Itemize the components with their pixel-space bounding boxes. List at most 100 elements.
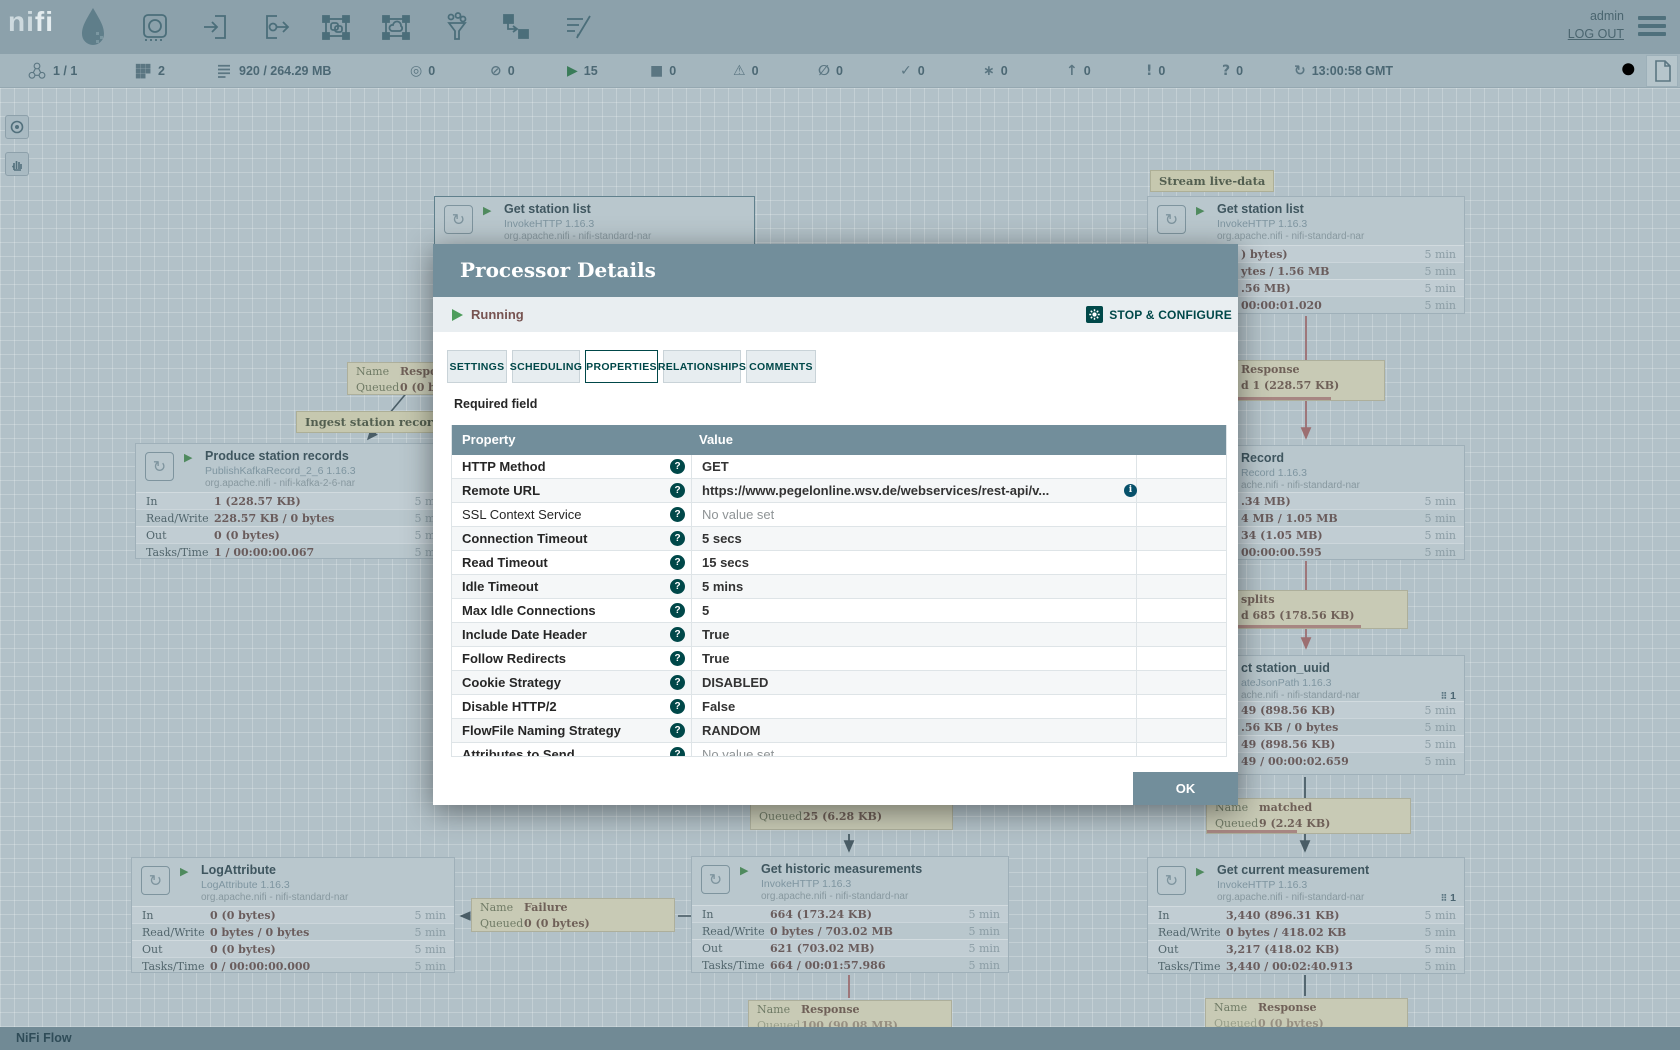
disabled-icon: ∅ (818, 63, 830, 79)
processor-produce-station-records[interactable]: ↻ ▶ Produce station records PublishKafka… (135, 443, 455, 559)
connection-name: Response (1258, 1001, 1317, 1014)
tab-scheduling[interactable]: SCHEDULING (512, 350, 580, 383)
property-value[interactable]: RANDOM (702, 723, 761, 738)
processor-title: Get historic measurements (761, 862, 922, 876)
drag-remote-process-group-icon[interactable] (381, 12, 411, 42)
crosshair-icon (9, 119, 25, 135)
help-icon[interactable]: ? (670, 603, 685, 618)
search-button[interactable] (1618, 59, 1642, 83)
connection-label-failure[interactable]: NameFailure Queued0 (0 bytes) (471, 898, 675, 932)
stat-period: 5 min (1424, 248, 1456, 261)
arrow-up-icon: ↑ (1066, 63, 1078, 79)
property-row[interactable]: Read Timeout? 15 secs (452, 551, 1226, 575)
property-row[interactable]: Include Date Header?True (452, 623, 1226, 647)
running-icon: ▶ (567, 63, 578, 79)
help-icon[interactable]: ? (670, 675, 685, 690)
connection-name: Response (1241, 363, 1300, 376)
drag-template-icon[interactable] (501, 12, 531, 42)
drag-process-group-icon[interactable] (321, 12, 351, 42)
tab-properties[interactable]: PROPERTIES (585, 350, 658, 383)
property-value[interactable]: 5 secs (702, 531, 742, 546)
canvas-label[interactable]: Stream live-data (1150, 170, 1274, 192)
connection-label-splits-fragment[interactable]: splits d 685 (178.56 KB) (1210, 590, 1408, 629)
property-value[interactable]: No value set (702, 507, 774, 522)
logout-link[interactable]: LOG OUT (1568, 27, 1624, 41)
help-icon[interactable]: ? (670, 699, 685, 714)
help-icon[interactable]: ? (670, 459, 685, 474)
drag-label-icon[interactable] (563, 12, 593, 42)
connection-name-key: Name (356, 365, 389, 378)
tasks-grid-icon: ⠿ (1441, 893, 1448, 903)
stat-value: 664 / 00:01:57.986 (770, 959, 885, 972)
processor-icon: ↻ (1157, 205, 1186, 234)
stat-value: 1 / 00:00:00.067 (214, 546, 314, 559)
property-row[interactable]: Disable HTTP/2?False (452, 695, 1226, 719)
property-value[interactable]: True (702, 627, 729, 642)
processor-get-historic-measurements[interactable]: ↻ ▶ Get historic measurements InvokeHTTP… (691, 856, 1009, 973)
ok-button[interactable]: OK (1133, 772, 1238, 805)
stat-label: Tasks/Time (146, 546, 209, 559)
processor-logattribute[interactable]: ↻ ▶ LogAttribute LogAttribute 1.16.3 org… (131, 857, 455, 973)
status-queued: 920 / 264.29 MB (215, 54, 331, 88)
help-icon[interactable]: ? (670, 723, 685, 738)
property-value[interactable]: https://www.pegelonline.wsv.de/webservic… (702, 483, 1049, 498)
property-name: Read Timeout (462, 555, 548, 570)
property-value[interactable]: 5 mins (702, 579, 743, 594)
pan-hand-button[interactable] (5, 152, 29, 176)
property-row[interactable]: FlowFile Naming Strategy?RANDOM (452, 719, 1226, 743)
help-icon[interactable]: ? (670, 747, 685, 757)
help-icon[interactable]: ? (670, 651, 685, 666)
processor-type: LogAttribute 1.16.3 (201, 879, 290, 891)
property-row[interactable]: Remote URL?https://www.pegelonline.wsv.d… (452, 479, 1226, 503)
drag-input-port-icon[interactable] (201, 12, 231, 42)
tab-settings[interactable]: SETTINGS (447, 350, 507, 383)
breadcrumb[interactable]: NiFi Flow (16, 1031, 72, 1045)
property-value[interactable]: No value set (702, 747, 774, 757)
navigate-palette-button[interactable] (5, 115, 29, 139)
breadcrumb-bar: NiFi Flow (0, 1027, 1680, 1050)
processor-type: InvokeHTTP 1.16.3 (504, 218, 594, 230)
stat-value: 0 / 00:00:00.000 (210, 960, 310, 973)
property-value[interactable]: DISABLED (702, 675, 768, 690)
property-row[interactable]: Follow Redirects?True (452, 647, 1226, 671)
help-icon[interactable]: ? (670, 483, 685, 498)
property-row-partial[interactable]: Attributes to Send?No value set (452, 743, 1226, 757)
new-template-panel-button[interactable] (1646, 55, 1678, 87)
stat-label: Read/Write (146, 512, 209, 525)
help-icon[interactable]: ? (670, 555, 685, 570)
nifi-logo: nifi (8, 6, 54, 38)
help-icon[interactable]: ? (670, 531, 685, 546)
property-row[interactable]: Cookie Strategy?DISABLED (452, 671, 1226, 695)
property-row[interactable]: HTTP Method?GET (452, 455, 1226, 479)
connection-label-response-current[interactable]: NameResponse Queued0 (0 bytes) (1205, 998, 1408, 1030)
status-locally-modified: ∗0 (983, 54, 1008, 88)
property-value[interactable]: 5 (702, 603, 709, 618)
help-icon[interactable]: ? (670, 507, 685, 522)
stat-label: In (702, 908, 713, 921)
property-value[interactable]: False (702, 699, 735, 714)
processor-bundle: org.apache.nifi - nifi-standard-nar (504, 231, 651, 242)
stop-and-configure-button[interactable]: STOP & CONFIGURE (1086, 306, 1232, 323)
question-icon: ? (1222, 63, 1230, 79)
tab-relationships[interactable]: RELATIONSHIPS (663, 350, 741, 383)
global-menu-icon[interactable] (1638, 16, 1666, 38)
property-row[interactable]: SSL Context Service?No value set (452, 503, 1226, 527)
help-icon[interactable]: ? (670, 579, 685, 594)
drag-output-port-icon[interactable] (261, 12, 291, 42)
property-row[interactable]: Idle Timeout?5 mins (452, 575, 1226, 599)
drag-funnel-icon[interactable] (442, 12, 472, 42)
property-value[interactable]: GET (702, 459, 729, 474)
property-row[interactable]: Max Idle Connections?5 (452, 599, 1226, 623)
help-icon[interactable]: ? (670, 627, 685, 642)
property-row[interactable]: Connection Timeout?5 secs (452, 527, 1226, 551)
stat-label: Read/Write (142, 926, 205, 939)
property-value[interactable]: 15 secs (702, 555, 749, 570)
processor-details-dialog: Processor Details Running STOP & CONFIGU… (433, 244, 1238, 805)
connection-queued-key: Queued (759, 810, 802, 823)
status-refresh[interactable]: ↻13:00:58 GMT (1294, 54, 1393, 88)
processor-get-current-measurement[interactable]: ↻ ▶ Get current measurement InvokeHTTP 1… (1147, 857, 1465, 974)
status-up-to-date: ✓0 (900, 54, 925, 88)
drag-processor-icon[interactable] (140, 12, 170, 42)
tab-comments[interactable]: COMMENTS (746, 350, 816, 383)
property-value[interactable]: True (702, 651, 729, 666)
